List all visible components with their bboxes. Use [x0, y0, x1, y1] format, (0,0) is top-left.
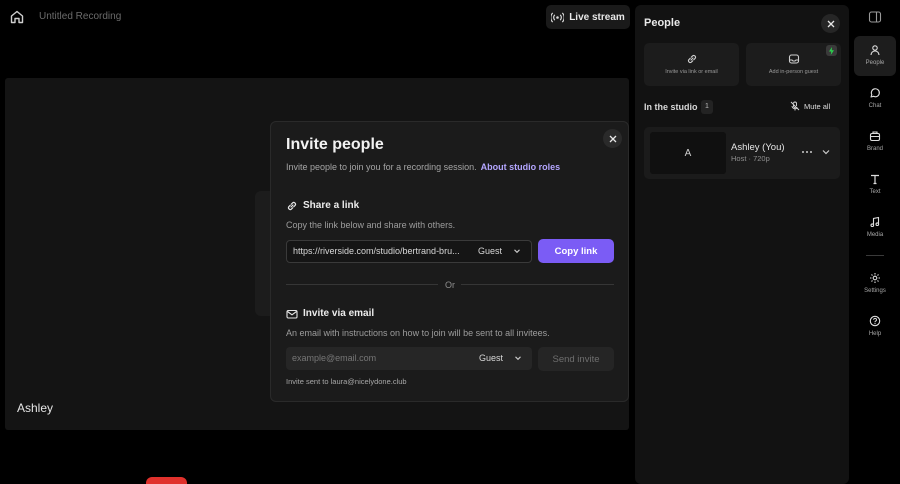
mute-icon	[790, 101, 800, 111]
gear-icon	[869, 272, 881, 284]
broadcast-icon	[551, 11, 565, 23]
toggle-sidebar-button[interactable]	[868, 10, 882, 24]
people-panel-title: People	[644, 17, 681, 29]
music-note-icon	[869, 216, 881, 228]
invite-email-heading: Invite via email	[303, 308, 375, 319]
mute-all-button[interactable]: Mute all	[790, 101, 830, 111]
nav-item-media[interactable]: Media	[854, 208, 896, 248]
people-panel-close-button[interactable]	[821, 14, 840, 33]
in-studio-count-badge: 1	[701, 100, 713, 114]
stage-participant-name: Ashley	[17, 401, 54, 415]
divider	[286, 284, 438, 285]
invite-via-link-card[interactable]: Invite via link or email	[644, 43, 739, 86]
modal-close-button[interactable]	[603, 129, 622, 148]
link-icon	[686, 53, 698, 65]
nav-item-help[interactable]: Help	[854, 307, 896, 347]
modal-title: Invite people	[286, 136, 384, 153]
brand-icon	[869, 130, 881, 142]
help-icon	[869, 315, 881, 327]
recording-title[interactable]: Untitled Recording	[39, 11, 121, 22]
close-icon	[827, 20, 834, 27]
chevron-down-icon[interactable]	[512, 246, 522, 256]
home-icon	[10, 10, 24, 24]
nav-label: Settings	[864, 288, 886, 294]
invite-email-description: An email with instructions on how to joi…	[286, 328, 550, 338]
email-role-select[interactable]: Guest	[479, 353, 503, 363]
send-invite-button[interactable]: Send invite	[538, 347, 614, 371]
link-role-select[interactable]: Guest	[478, 246, 502, 256]
home-button[interactable]	[8, 8, 26, 26]
modal-subtitle: Invite people to join you for a recordin…	[286, 162, 560, 172]
people-icon	[869, 44, 881, 56]
close-icon	[609, 135, 616, 142]
chat-icon	[869, 87, 881, 99]
nav-item-brand[interactable]: Brand	[854, 122, 896, 162]
live-stream-button[interactable]: Live stream	[546, 5, 630, 29]
nav-item-people[interactable]: People	[854, 36, 896, 76]
nav-item-settings[interactable]: Settings	[854, 264, 896, 304]
participant-expand-button[interactable]	[820, 146, 832, 158]
participant-role: Host · 720p	[731, 154, 770, 163]
nav-item-chat[interactable]: Chat	[854, 79, 896, 119]
nav-item-text[interactable]: Text	[854, 165, 896, 205]
share-link-heading: Share a link	[303, 200, 360, 211]
inbox-icon	[788, 53, 800, 65]
participant-more-button[interactable]	[800, 146, 814, 158]
in-studio-heading: In the studio	[644, 102, 698, 112]
divider	[461, 284, 614, 285]
nav-label: People	[865, 60, 885, 66]
avatar: A	[650, 132, 726, 174]
nav-label: Chat	[868, 103, 882, 109]
record-button[interactable]	[146, 477, 187, 484]
participant-name: Ashley (You)	[731, 142, 785, 153]
bolt-icon	[829, 46, 834, 55]
invite-card-label: Invite via link or email	[665, 69, 718, 75]
more-horizontal-icon	[802, 151, 812, 153]
bolt-badge	[826, 45, 837, 56]
chevron-down-icon	[822, 150, 830, 155]
nav-divider	[866, 255, 884, 256]
or-divider-label: Or	[445, 280, 455, 290]
chevron-down-icon[interactable]	[513, 353, 523, 363]
nav-label: Help	[868, 331, 882, 337]
nav-label: Media	[866, 232, 884, 238]
link-icon	[286, 200, 298, 212]
invite-link-text[interactable]: https://riverside.com/studio/bertrand-br…	[293, 246, 471, 256]
copy-link-button[interactable]: Copy link	[538, 239, 614, 263]
envelope-icon	[286, 308, 298, 320]
text-icon	[869, 173, 881, 185]
about-studio-roles-link[interactable]: About studio roles	[481, 162, 561, 172]
share-link-description: Copy the link below and share with other…	[286, 220, 456, 230]
sidebar-toggle-icon	[868, 11, 882, 23]
mute-all-label: Mute all	[804, 101, 831, 111]
live-stream-label: Live stream	[569, 11, 625, 23]
guest-card-label: Add in-person guest	[768, 69, 819, 75]
invite-sent-notice: Invite sent to laura@nicelydone.club	[286, 377, 407, 386]
nav-label: Brand	[866, 146, 883, 152]
nav-label: Text	[869, 189, 881, 195]
modal-subtitle-text: Invite people to join you for a recordin…	[286, 162, 477, 172]
email-input[interactable]	[292, 353, 462, 363]
